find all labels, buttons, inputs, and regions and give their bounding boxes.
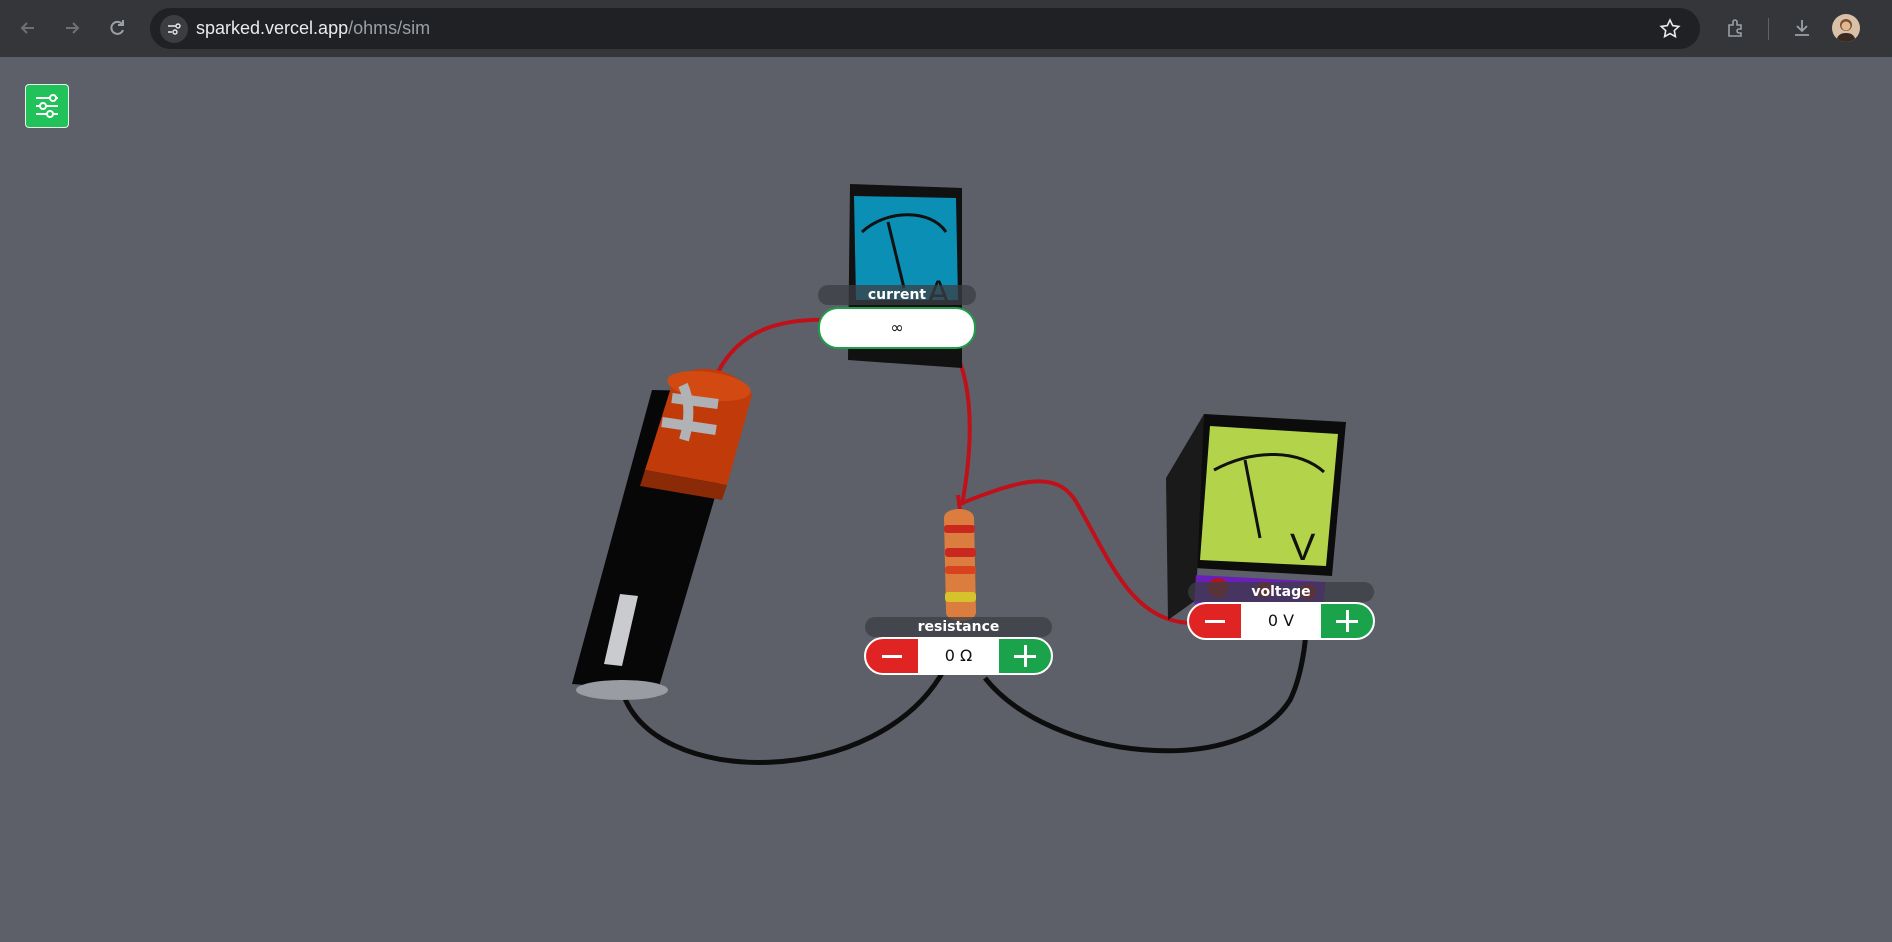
- voltage-value: 0 V: [1241, 604, 1321, 638]
- resistor[interactable]: [944, 494, 976, 621]
- plus-icon: [1336, 610, 1358, 632]
- resistance-decrease-button[interactable]: [866, 639, 918, 673]
- current-label: current: [818, 285, 976, 305]
- minus-icon: [1205, 619, 1225, 623]
- wire-battery-ammeter: [716, 317, 833, 373]
- resistance-label: resistance: [865, 617, 1052, 637]
- voltmeter-unit-glyph: V: [1290, 527, 1316, 569]
- wire-ammeter-resistor: [952, 347, 972, 506]
- plus-icon: [1014, 645, 1036, 667]
- battery[interactable]: [572, 366, 753, 700]
- resistance-value: 0 Ω: [918, 639, 999, 673]
- resistance-increase-button[interactable]: [999, 639, 1051, 673]
- voltage-stepper[interactable]: 0 V: [1187, 602, 1375, 640]
- minus-icon: [882, 654, 902, 658]
- wire-resistor-voltmeter-red: [961, 479, 1191, 625]
- resistance-stepper[interactable]: 0 Ω: [864, 637, 1053, 675]
- voltage-decrease-button[interactable]: [1189, 604, 1241, 638]
- voltage-label: voltage: [1188, 582, 1374, 602]
- wire-battery-resistor: [619, 666, 948, 765]
- current-readout: ∞: [818, 307, 976, 349]
- circuit-scene: A V: [572, 184, 1346, 765]
- voltage-increase-button[interactable]: [1321, 604, 1373, 638]
